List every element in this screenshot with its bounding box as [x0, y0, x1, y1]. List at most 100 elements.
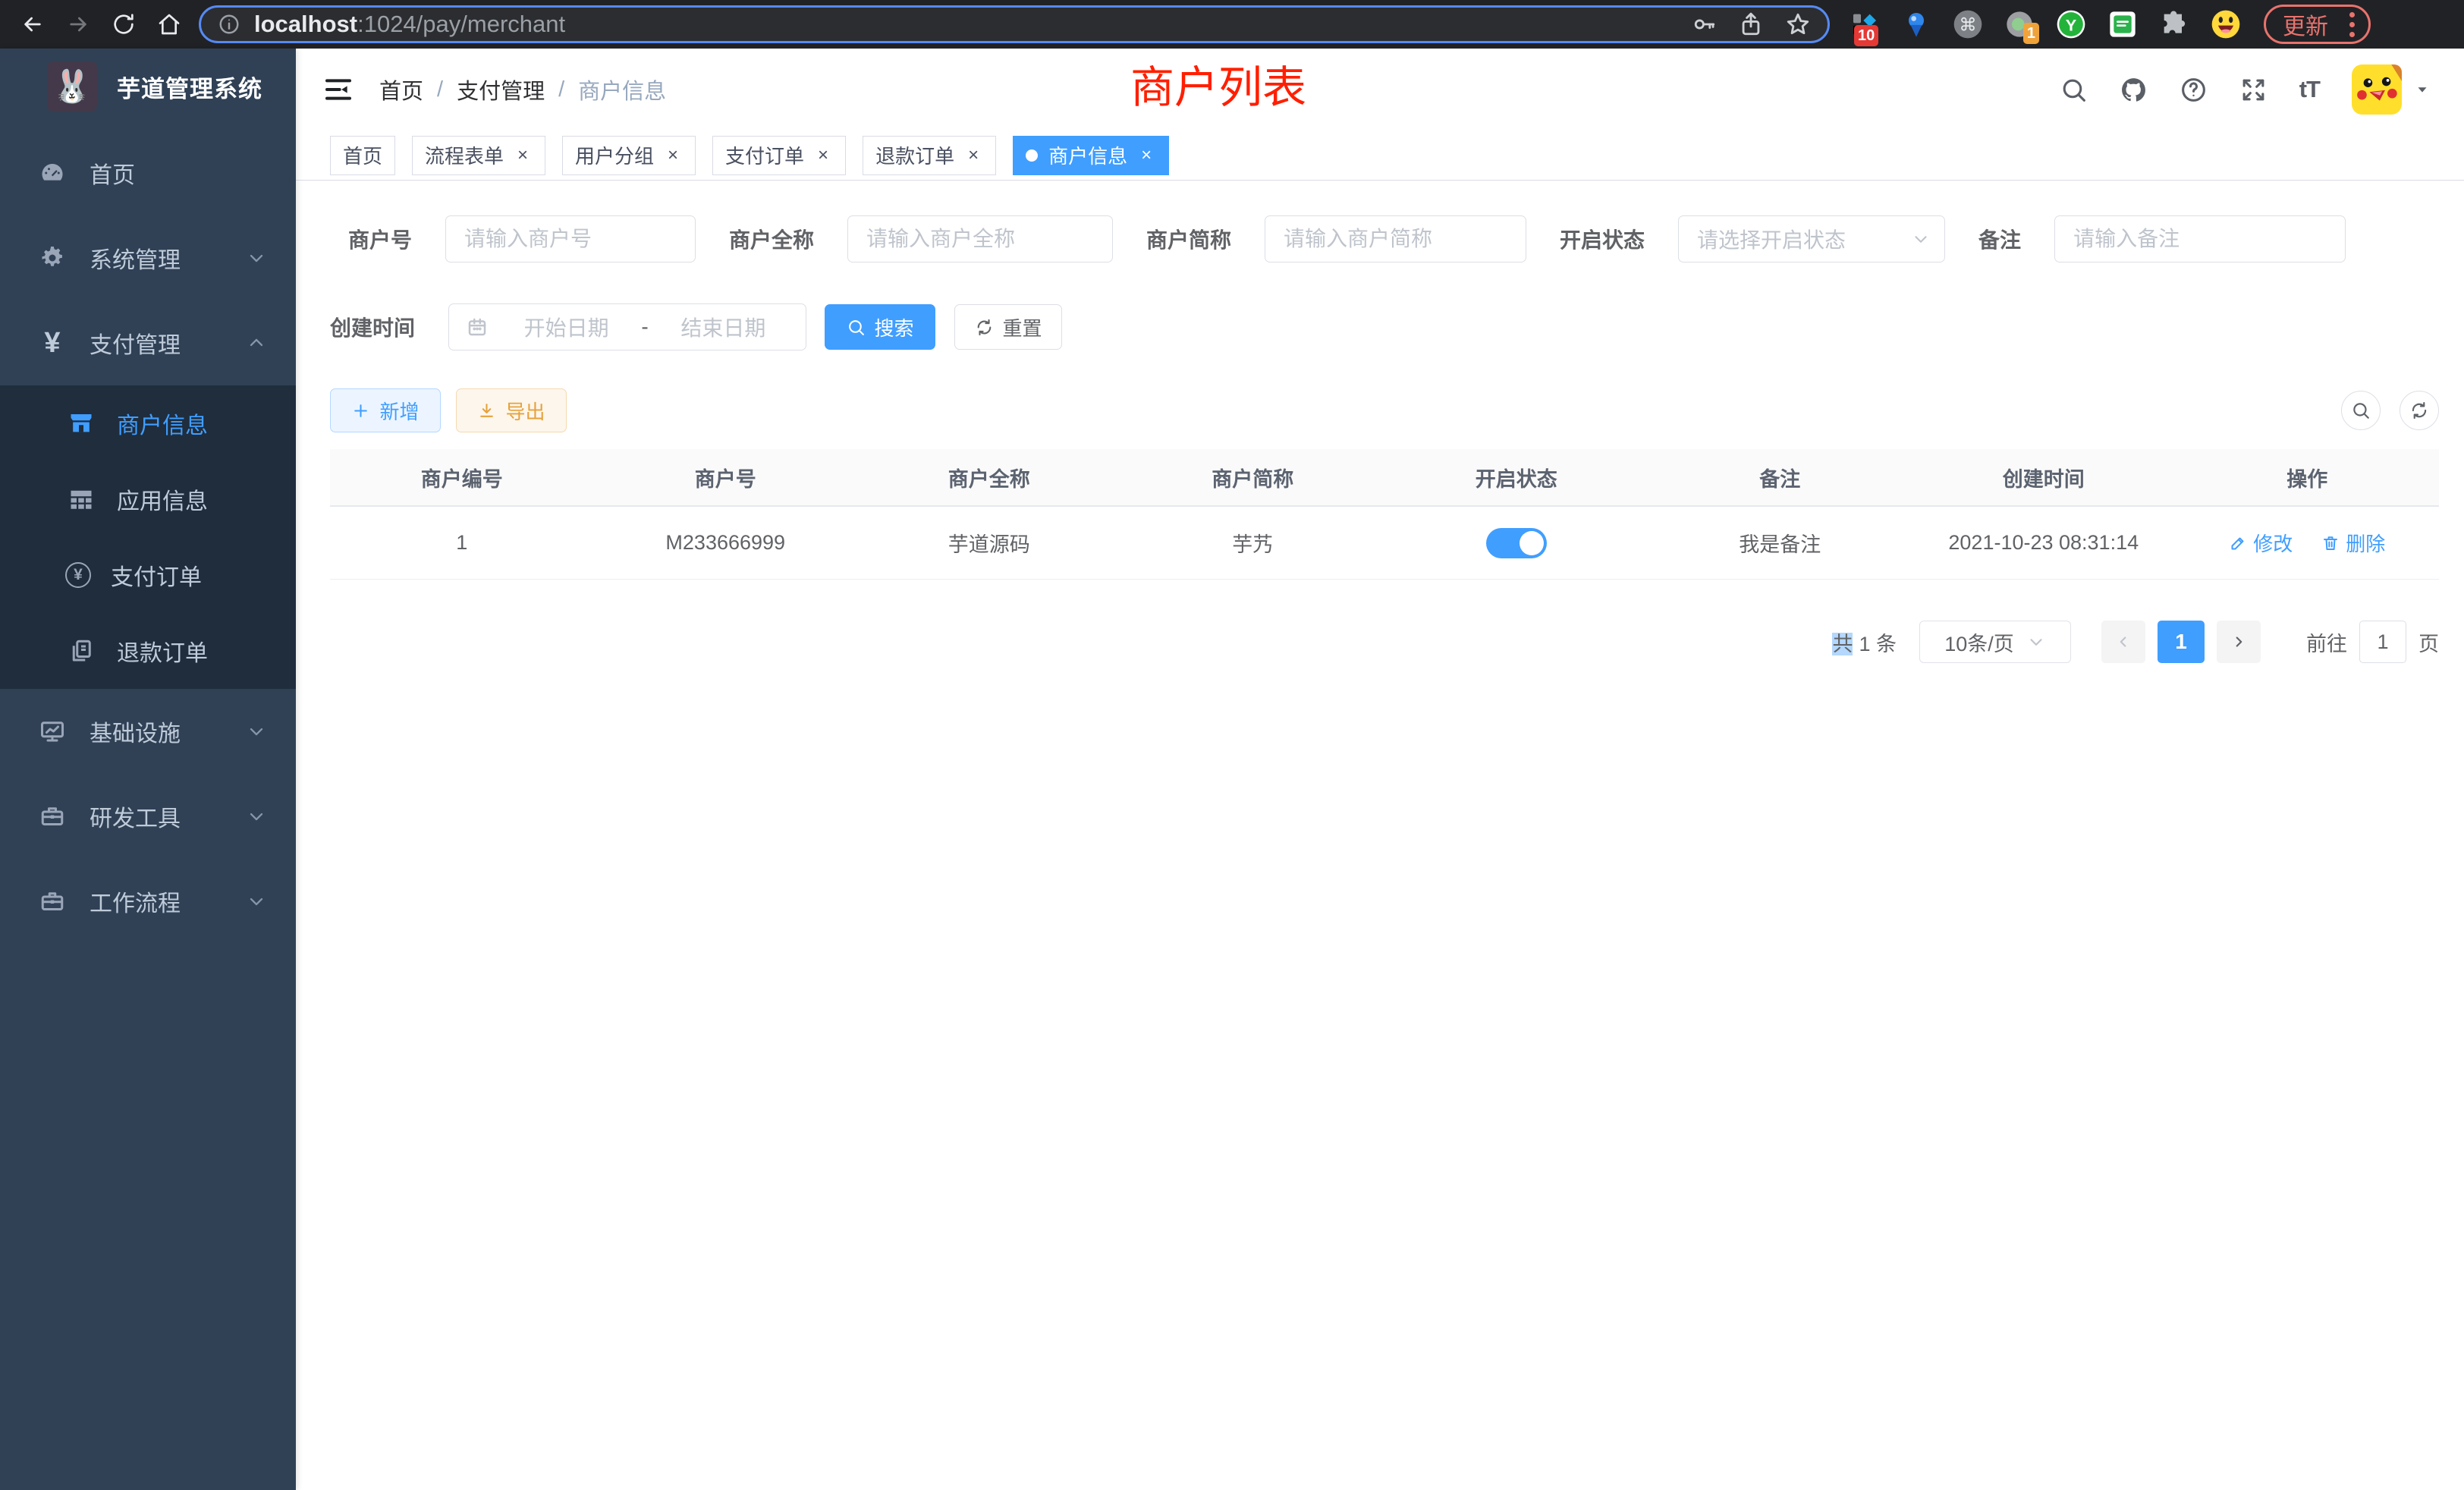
tab-process-form[interactable]: 流程表单 ×	[412, 136, 545, 175]
breadcrumb-payment[interactable]: 支付管理	[457, 74, 545, 105]
extension-puzzle-icon[interactable]	[2158, 8, 2191, 41]
help-icon[interactable]	[2180, 76, 2208, 104]
sidebar-item-infrastructure[interactable]: 基础设施	[0, 689, 296, 774]
sidebar-item-label: 退款订单	[117, 634, 208, 668]
cell-merchant-no: M233666999	[594, 531, 858, 555]
col-status: 开启状态	[1384, 463, 1648, 492]
short-name-input[interactable]	[1265, 215, 1526, 262]
chevron-down-icon	[1911, 229, 1931, 249]
page-1-button[interactable]: 1	[2158, 621, 2205, 663]
app-title: 芋道管理系统	[117, 70, 262, 104]
total-count: 共1 条	[1832, 627, 1897, 657]
merchant-no-input[interactable]	[445, 215, 696, 262]
fullscreen-icon[interactable]	[2239, 76, 2268, 104]
delete-button[interactable]: 删除	[2321, 529, 2385, 557]
calendar-icon	[466, 316, 489, 338]
extension-command-icon[interactable]: ⌘	[1951, 8, 1985, 41]
user-menu[interactable]	[2352, 64, 2431, 115]
browser-update-button[interactable]: 更新	[2264, 5, 2371, 44]
search-button[interactable]: 搜索	[825, 304, 935, 350]
sidebar-item-workflow[interactable]: 工作流程	[0, 859, 296, 944]
reset-button[interactable]: 重置	[954, 304, 1062, 350]
status-toggle[interactable]	[1486, 528, 1547, 558]
edit-label: 修改	[2253, 529, 2293, 557]
tab-label: 商户信息	[1048, 141, 1127, 169]
browser-toolbar: localhost:1024/pay/merchant 10 ⌘	[0, 0, 2464, 49]
sidebar-item-home[interactable]: 首页	[0, 130, 296, 215]
sidebar-item-merchant-info[interactable]: 商户信息	[0, 385, 296, 461]
extension-downloads-icon[interactable]: 10	[1848, 8, 1881, 41]
close-icon[interactable]: ×	[663, 145, 683, 166]
extension-emoji-icon[interactable]	[2209, 8, 2242, 41]
payment-submenu: 商户信息 应用信息 ¥ 支付订单	[0, 385, 296, 689]
site-info-icon[interactable]	[218, 13, 240, 36]
sidebar-item-label: 研发工具	[90, 800, 181, 833]
breadcrumb-current: 商户信息	[578, 74, 666, 105]
address-bar[interactable]: localhost:1024/pay/merchant	[199, 5, 1830, 43]
navbar-actions: tT	[2060, 64, 2431, 115]
remark-input[interactable]	[2054, 215, 2346, 262]
select-placeholder: 请选择开启状态	[1697, 224, 1911, 254]
main-area: 商户列表 首页 / 支付管理 / 商户信息	[296, 49, 2464, 1490]
goto-suffix: 页	[2418, 627, 2439, 657]
date-range-picker[interactable]: 开始日期 - 结束日期	[448, 303, 806, 350]
extension-notes-icon[interactable]	[2106, 8, 2139, 41]
tab-merchant-info[interactable]: 商户信息 ×	[1013, 136, 1169, 175]
sidebar-item-label: 基础设施	[90, 715, 181, 748]
edit-button[interactable]: 修改	[2229, 529, 2293, 557]
close-icon[interactable]: ×	[813, 145, 833, 166]
font-size-icon[interactable]: tT	[2299, 76, 2320, 103]
tab-refund-order[interactable]: 退款订单 ×	[863, 136, 996, 175]
sidebar-item-system[interactable]: 系统管理	[0, 215, 296, 300]
add-button[interactable]: 新增	[330, 388, 441, 432]
svg-text:Y: Y	[2066, 15, 2077, 34]
close-icon[interactable]: ×	[1136, 145, 1156, 166]
start-date-placeholder[interactable]: 开始日期	[493, 312, 640, 342]
filter-full-name: 商户全称	[729, 215, 1113, 262]
cell-actions: 修改 删除	[2176, 529, 2440, 557]
refresh-button[interactable]	[2400, 391, 2439, 430]
sidebar-item-payment[interactable]: ¥ 支付管理	[0, 300, 296, 385]
sidebar-item-dev-tools[interactable]: 研发工具	[0, 774, 296, 859]
close-icon[interactable]: ×	[963, 145, 983, 166]
prev-page-button[interactable]	[2101, 621, 2145, 663]
extension-pin-icon[interactable]	[1900, 8, 1933, 41]
filter-short-name: 商户简称	[1146, 215, 1526, 262]
home-button[interactable]	[147, 3, 191, 46]
reload-button[interactable]	[102, 3, 146, 46]
close-icon[interactable]: ×	[513, 145, 533, 166]
github-icon[interactable]	[2120, 76, 2148, 104]
yen-circle-icon: ¥	[65, 562, 91, 588]
dashboard-icon	[36, 159, 68, 187]
password-key-icon[interactable]	[1691, 11, 1717, 37]
goto-page: 前往 页	[2306, 621, 2439, 663]
app-logo[interactable]: 🐰 芋道管理系统	[0, 49, 296, 124]
goto-label: 前往	[2306, 627, 2347, 657]
goto-page-input[interactable]	[2359, 621, 2406, 663]
tab-user-group[interactable]: 用户分组 ×	[562, 136, 696, 175]
forward-button[interactable]	[56, 3, 100, 46]
next-page-button[interactable]	[2217, 621, 2261, 663]
extension-y-icon[interactable]: Y	[2054, 8, 2088, 41]
sidebar-item-refund-order[interactable]: 退款订单	[0, 613, 296, 689]
back-button[interactable]	[11, 3, 55, 46]
full-name-input[interactable]	[847, 215, 1113, 262]
toggle-search-button[interactable]	[2341, 391, 2381, 430]
status-select[interactable]: 请选择开启状态	[1678, 215, 1945, 262]
page-size-select[interactable]: 10条/页	[1919, 621, 2071, 663]
tab-home[interactable]: 首页	[330, 136, 395, 175]
sidebar-fold-icon[interactable]	[323, 74, 354, 105]
extension-mail-icon[interactable]: 1	[2003, 8, 2036, 41]
browser-menu-icon[interactable]	[2342, 12, 2362, 37]
tab-pay-order[interactable]: 支付订单 ×	[712, 136, 846, 175]
chevron-down-icon	[246, 891, 267, 912]
search-icon[interactable]	[2060, 76, 2088, 104]
end-date-placeholder[interactable]: 结束日期	[650, 312, 797, 342]
breadcrumb-home[interactable]: 首页	[379, 74, 423, 105]
bookmark-star-icon[interactable]	[1785, 11, 1811, 37]
sidebar-item-app-info[interactable]: 应用信息	[0, 461, 296, 537]
sidebar-item-pay-order[interactable]: ¥ 支付订单	[0, 537, 296, 613]
tab-label: 流程表单	[425, 141, 504, 169]
share-icon[interactable]	[1738, 11, 1764, 37]
export-button[interactable]: 导出	[456, 388, 567, 432]
